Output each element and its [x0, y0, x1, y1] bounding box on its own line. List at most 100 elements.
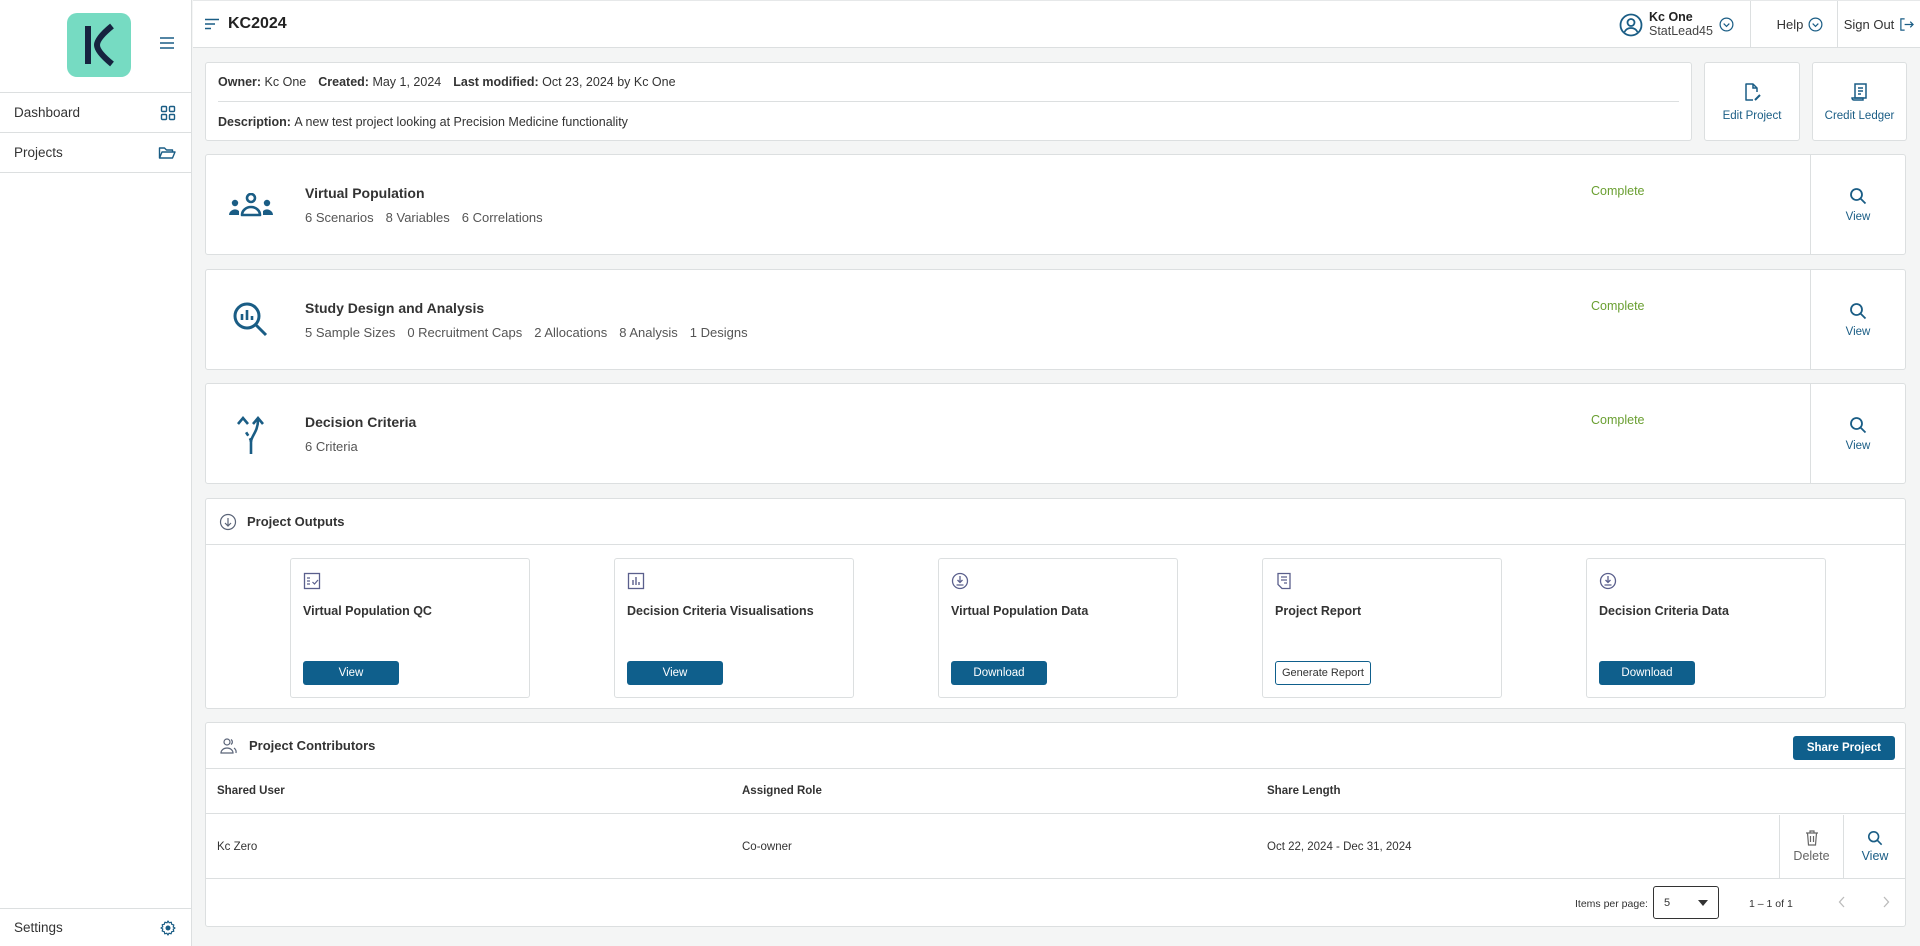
split-arrows-icon — [237, 415, 264, 454]
top-bar: KC2024 Kc One StatLead45 Help Sign Out — [193, 0, 1920, 48]
view-label: View — [1845, 210, 1871, 223]
sort-lines-icon[interactable] — [204, 18, 220, 30]
k-logo-icon — [85, 23, 114, 67]
credit-ledger-button[interactable]: Credit Ledger — [1812, 62, 1907, 141]
user-menu[interactable]: Kc One StatLead45 — [1619, 1, 1751, 48]
items-per-page-select[interactable]: 5 — [1653, 886, 1719, 919]
trash-icon — [1805, 830, 1818, 846]
project-contributors-panel: Project Contributors Share Project Share… — [205, 722, 1906, 927]
download-circle-icon — [219, 513, 237, 530]
generate-report-button[interactable]: Generate Report — [1275, 661, 1371, 685]
output-view-button[interactable]: View — [627, 661, 723, 685]
user-handle: StatLead45 — [1649, 24, 1713, 38]
project-outputs-panel: Project Outputs Virtual Population QC Vi… — [205, 498, 1906, 709]
search-icon — [1850, 187, 1867, 204]
settings-label: Settings — [14, 920, 63, 935]
download-circle-icon — [951, 572, 969, 590]
paginator: Items per page: 5 1 – 1 of 1 — [206, 880, 1905, 926]
output-card: Virtual Population QC View — [290, 558, 530, 698]
column-header-share-length[interactable]: Share Length — [1267, 769, 1340, 813]
view-button[interactable]: View — [1810, 384, 1905, 483]
bar-chart-icon — [627, 572, 645, 590]
edit-project-button[interactable]: Edit Project — [1704, 62, 1800, 141]
chevron-right-icon — [1883, 896, 1890, 908]
user-name: Kc One — [1649, 10, 1693, 24]
analysis-magnifier-icon — [233, 302, 268, 337]
grid-icon — [160, 105, 176, 120]
sidebar-nav: Dashboard Projects — [0, 92, 191, 173]
cell-user: Kc Zero — [217, 840, 258, 853]
delete-button[interactable]: Delete — [1779, 815, 1843, 878]
stat: 6 Criteria — [305, 439, 358, 454]
column-header-assigned-role[interactable]: Assigned Role — [742, 769, 822, 813]
status-badge: Complete — [1591, 299, 1645, 313]
credit-ledger-label: Credit Ledger — [1824, 109, 1895, 122]
sidebar-item-dashboard[interactable]: Dashboard — [0, 93, 191, 133]
output-view-button[interactable]: View — [303, 661, 399, 685]
created-value: May 1, 2024 — [372, 75, 442, 89]
delete-label: Delete — [1793, 849, 1830, 863]
previous-page-button[interactable] — [1832, 892, 1852, 912]
cell-role: Co-owner — [742, 840, 792, 853]
page-range: 1 – 1 of 1 — [1749, 898, 1793, 910]
column-header-shared-user[interactable]: Shared User — [217, 769, 285, 813]
output-title: Virtual Population QC — [303, 604, 432, 618]
stat: 6 Scenarios — [305, 210, 374, 225]
stat: 8 Variables — [385, 210, 450, 225]
project-info-card: Owner: Kc One Created: May 1, 2024 Last … — [205, 62, 1692, 141]
edit-document-icon — [1745, 82, 1761, 101]
view-button[interactable]: View — [1810, 270, 1905, 369]
menu-toggle-icon[interactable] — [158, 36, 176, 52]
next-page-button[interactable] — [1876, 892, 1896, 912]
report-icon — [1277, 572, 1291, 590]
description-label: Description: — [218, 114, 291, 129]
project-description: Description: A new test project looking … — [218, 102, 1679, 141]
view-label: View — [1845, 439, 1871, 452]
cell-share-length: Oct 22, 2024 - Dec 31, 2024 — [1267, 840, 1412, 853]
output-card: Project Report Generate Report — [1262, 558, 1502, 698]
share-project-button[interactable]: Share Project — [1792, 736, 1895, 760]
checklist-icon — [303, 572, 321, 590]
output-card: Virtual Population Data Download — [938, 558, 1178, 698]
modified-label: Last modified: — [453, 75, 539, 89]
sidebar-item-settings[interactable]: Settings — [0, 908, 191, 946]
table-row: Kc Zero Co-owner Oct 22, 2024 - Dec 31, … — [206, 815, 1905, 879]
edit-project-label: Edit Project — [1722, 109, 1782, 122]
people-icon — [220, 737, 237, 754]
stat: 8 Analysis — [619, 325, 678, 340]
help-menu[interactable]: Help — [1763, 1, 1838, 48]
view-button[interactable]: View — [1843, 815, 1906, 878]
output-title: Decision Criteria Data — [1599, 604, 1729, 618]
people-group-icon — [229, 193, 273, 217]
section-stats: 6 Scenarios 8 Variables 6 Correlations — [305, 210, 543, 225]
stat: 0 Recruitment Caps — [407, 325, 523, 340]
app-logo[interactable] — [67, 13, 131, 77]
section-stats: 5 Sample Sizes 0 Recruitment Caps 2 Allo… — [305, 325, 748, 340]
search-icon — [1867, 830, 1883, 846]
table-header: Shared User Assigned Role Share Length — [206, 769, 1905, 814]
section-title: Decision Criteria — [305, 414, 417, 430]
sign-out-button[interactable]: Sign Out — [1839, 1, 1919, 48]
section-virtual-population: Virtual Population 6 Scenarios 8 Variabl… — [205, 154, 1906, 255]
project-meta: Owner: Kc One Created: May 1, 2024 Last … — [218, 63, 1679, 102]
view-label: View — [1845, 325, 1871, 338]
section-title: Study Design and Analysis — [305, 300, 485, 316]
view-button[interactable]: View — [1810, 155, 1905, 254]
output-download-button[interactable]: Download — [951, 661, 1047, 685]
description-value: A new test project looking at Precision … — [294, 114, 628, 129]
section-stats: 6 Criteria — [305, 439, 358, 454]
sidebar-item-projects[interactable]: Projects — [0, 133, 191, 173]
sign-out-icon — [1900, 18, 1915, 31]
output-card: Decision Criteria Data Download — [1586, 558, 1826, 698]
output-title: Virtual Population Data — [951, 604, 1089, 618]
caret-down-icon — [1698, 899, 1708, 906]
search-icon — [1850, 302, 1867, 319]
output-title: Decision Criteria Visualisations — [627, 604, 814, 618]
output-download-button[interactable]: Download — [1599, 661, 1695, 685]
status-badge: Complete — [1591, 184, 1645, 198]
stat: 1 Designs — [689, 325, 748, 340]
created-label: Created: — [318, 75, 369, 89]
stat: 2 Allocations — [534, 325, 608, 340]
ledger-icon — [1850, 82, 1867, 101]
stat: 6 Correlations — [461, 210, 543, 225]
